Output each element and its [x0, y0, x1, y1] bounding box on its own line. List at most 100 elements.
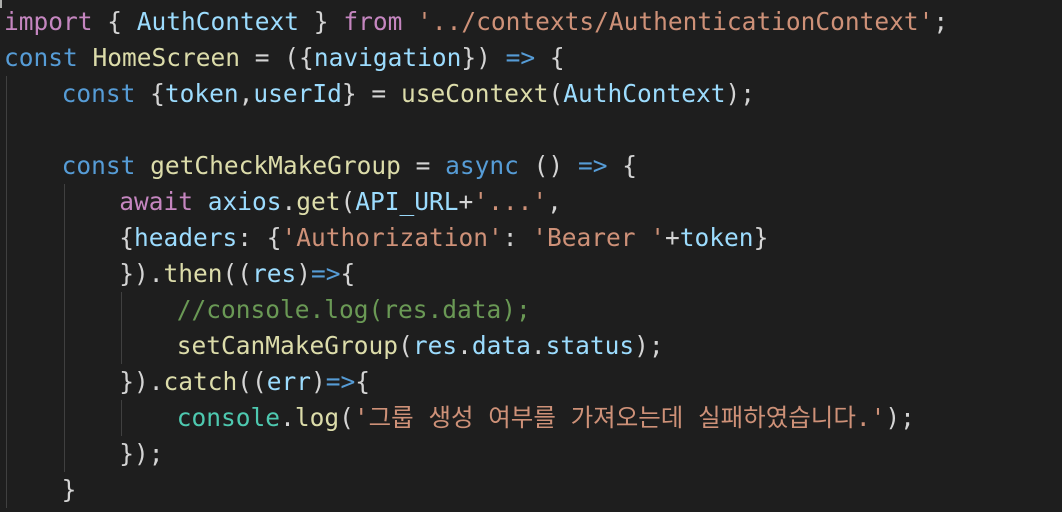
code-token: await [119, 187, 193, 216]
code-token: , [547, 187, 562, 216]
code-token: userId [253, 79, 342, 108]
code-token: ); [725, 79, 755, 108]
code-token: }); [119, 439, 164, 468]
code-editor[interactable]: import { AuthContext } from '../contexts… [0, 0, 1062, 512]
indent-guide [121, 400, 123, 436]
code-token: : [502, 223, 533, 252]
code-token: catch [163, 367, 238, 396]
indent-guide [6, 76, 7, 508]
code-token: . [281, 187, 297, 216]
code-token: //console.log(res.data); [176, 295, 531, 324]
code-token: const [61, 79, 136, 108]
code-token: (( [237, 367, 267, 396]
code-token: , [238, 79, 254, 108]
code-token: setCanMakeGroup [176, 331, 399, 360]
code-token: { [135, 79, 165, 108]
code-token: getCheckMakeGroup [150, 151, 401, 180]
code-line[interactable]: //console.log(res.data); [177, 292, 531, 328]
code-token: ); [885, 403, 915, 432]
code-token: ) [296, 259, 312, 288]
code-token: ( [339, 403, 354, 432]
code-token: = [400, 151, 446, 180]
code-token: = ({ [240, 43, 314, 72]
code-token: } [61, 475, 77, 504]
code-token: err [266, 367, 311, 396]
code-line[interactable]: const {token,userId} = useContext(AuthCo… [62, 76, 755, 112]
code-token: headers [133, 223, 238, 252]
code-line[interactable]: }).then((res)=>{ [119, 256, 355, 292]
code-token: '../contexts/AuthenticationContext' [417, 7, 934, 36]
code-token: log [294, 403, 340, 432]
code-token: HomeScreen [92, 43, 241, 72]
code-token: token [164, 79, 239, 108]
code-token: async [445, 151, 519, 180]
code-token: console [176, 403, 281, 432]
code-token: '그룹 생성 여부를 가져오는데 실패하였습니다.' [353, 403, 886, 432]
code-token: axios [207, 187, 282, 216]
code-token: { [92, 7, 137, 36]
code-token: const [4, 43, 78, 72]
code-token: + [458, 187, 474, 216]
code-line[interactable]: }); [119, 436, 163, 472]
code-line[interactable]: setCanMakeGroup(res.data.status); [177, 328, 664, 364]
code-token: (( [222, 259, 252, 288]
code-token: then [163, 259, 223, 288]
code-line[interactable]: } [62, 472, 77, 508]
code-token: res [412, 331, 458, 360]
code-token: { [535, 43, 565, 72]
code-token: => [311, 259, 341, 288]
code-token: => [505, 43, 536, 72]
code-token: res [251, 259, 297, 288]
code-token: get [296, 187, 341, 216]
code-token: ( [398, 331, 413, 360]
code-token: }). [119, 367, 164, 396]
code-token: ; [933, 7, 949, 36]
code-token: const [61, 151, 136, 180]
code-token: from [343, 7, 403, 36]
code-token: { [119, 223, 134, 252]
code-line[interactable]: const HomeScreen = ({navigation}) => { [4, 40, 565, 76]
code-token: useContext [400, 79, 549, 108]
code-token: ( [548, 79, 564, 108]
code-token: ) [311, 367, 326, 396]
text-caret [0, 0, 2, 8]
code-token: { [607, 151, 637, 180]
code-token: }). [119, 259, 164, 288]
code-token: () [518, 151, 578, 180]
code-token: => [325, 367, 356, 396]
code-token: { [340, 259, 356, 288]
code-token: AuthContext [136, 7, 300, 36]
code-line[interactable]: }).catch((err)=>{ [119, 364, 370, 400]
code-token: + [665, 223, 680, 252]
code-line[interactable]: console.log('그룹 생성 여부를 가져오는데 실패하였습니다.'); [177, 400, 915, 436]
code-token: import [4, 7, 93, 36]
code-token: } [753, 223, 769, 252]
code-token: navigation [313, 43, 462, 72]
code-token: } [299, 7, 344, 36]
code-token: { [355, 367, 371, 396]
indent-guide [63, 184, 65, 472]
code-token: : { [237, 223, 282, 252]
code-token: => [577, 151, 608, 180]
code-line[interactable]: {headers: {'Authorization': 'Bearer '+to… [119, 220, 768, 256]
code-token: ); [634, 331, 664, 360]
code-token: AuthContext [563, 79, 726, 108]
code-token: . [530, 331, 546, 360]
code-token: token [679, 223, 754, 252]
code-token: '...' [473, 187, 548, 216]
code-token: 'Authorization' [281, 223, 503, 252]
code-token: . [280, 403, 295, 432]
code-token: API_URL [355, 187, 459, 216]
code-token: 'Bearer ' [532, 223, 666, 252]
code-line[interactable]: await axios.get(API_URL+'...', [119, 184, 562, 220]
indent-guide [121, 292, 123, 364]
code-token: }) [461, 43, 506, 72]
code-token: . [457, 331, 472, 360]
code-line[interactable]: import { AuthContext } from '../contexts… [4, 4, 948, 40]
code-line[interactable]: const getCheckMakeGroup = async () => { [62, 148, 637, 184]
code-token: data [471, 331, 531, 360]
